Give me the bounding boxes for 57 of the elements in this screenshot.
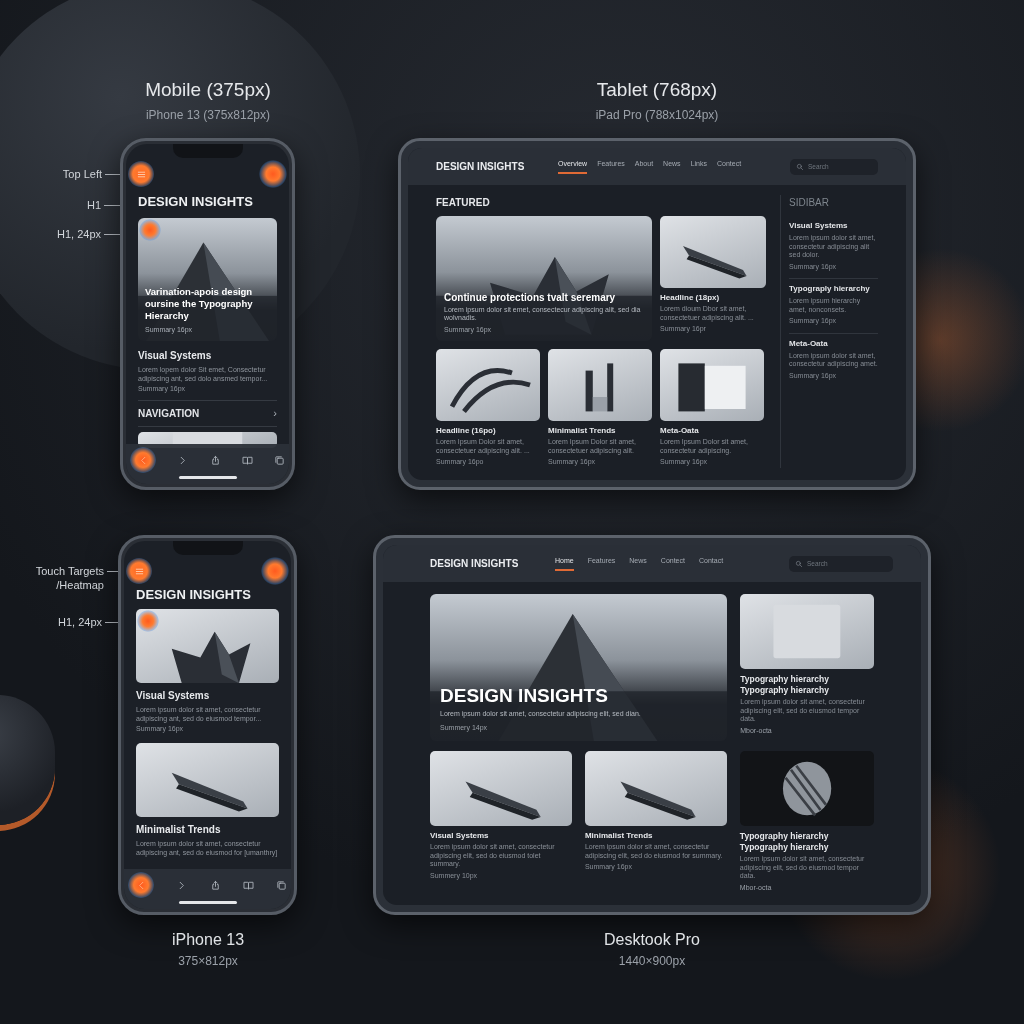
device-title: Mobile (375px) bbox=[144, 78, 272, 102]
sidebar-title: SIDIBAR bbox=[789, 196, 830, 210]
annotation-label: H1, 24px bbox=[56, 615, 102, 629]
annotation-label: H1, 24px bbox=[55, 227, 101, 241]
article-title: Visual Systems bbox=[138, 349, 213, 363]
card-title: Typography hierarchy bbox=[740, 685, 830, 696]
notch bbox=[172, 541, 243, 555]
sidebar-item-title: Meta-Oata bbox=[789, 337, 829, 350]
home-indicator bbox=[178, 901, 237, 904]
card-title: Headline (18px) bbox=[660, 293, 721, 303]
card-title: Minimalist Trends bbox=[584, 831, 654, 841]
card-title: Typography hierarchy bbox=[739, 831, 830, 842]
article-title: Minimalist Trends bbox=[136, 822, 222, 837]
card-title: Visual Systems bbox=[430, 831, 490, 841]
search-icon bbox=[796, 162, 804, 171]
tabs-icon bbox=[276, 879, 287, 891]
hero-title: Continue protections tvalt seremary bbox=[444, 291, 617, 304]
device-size: 375×812px bbox=[177, 953, 239, 970]
home-indicator bbox=[178, 476, 237, 479]
hero-title: DESIGN INSIGHTS bbox=[440, 685, 609, 707]
card-title: Headline (16po) bbox=[436, 426, 497, 436]
notch bbox=[172, 144, 243, 158]
menu-button[interactable] bbox=[126, 558, 152, 584]
article-title: Visual Systems bbox=[136, 689, 211, 703]
navigation-row[interactable]: NAVIGATION › bbox=[138, 399, 277, 427]
search-icon bbox=[795, 559, 803, 568]
heatmap-spot bbox=[137, 610, 159, 632]
section-title: FEATURED bbox=[436, 196, 491, 210]
book-icon bbox=[242, 879, 254, 891]
tabs-icon bbox=[274, 454, 285, 466]
share-icon bbox=[209, 454, 221, 466]
card-title: Typography hierarchy bbox=[739, 842, 830, 853]
brand-title: DESIGN INSIGHTS bbox=[430, 557, 520, 571]
device-subtitle: iPhone 13 (375x812px) bbox=[144, 107, 272, 124]
card-title: Meta-Oata bbox=[660, 426, 700, 436]
heatmap-spot bbox=[261, 557, 289, 585]
brand-title: DESIGN INSIGHTS bbox=[436, 160, 526, 174]
brand-title: DESIGN INSIGHTS bbox=[136, 587, 252, 603]
brand-title: DESIGN INSIGHTS bbox=[138, 194, 254, 210]
device-caption: iPhone 13 bbox=[170, 930, 246, 950]
share-icon bbox=[209, 879, 221, 891]
device-size: 1440×900px bbox=[617, 953, 687, 970]
device-caption: Desktook Pro bbox=[602, 930, 701, 950]
hero-title: Varination-apois design oursine the Typography Hierarchy bbox=[145, 285, 254, 322]
menu-button[interactable] bbox=[128, 161, 154, 187]
annotation-label: Top Left bbox=[61, 167, 102, 181]
annotation-label: Touch Targets /Heatmap bbox=[34, 564, 104, 592]
heatmap-spot bbox=[259, 160, 287, 188]
annotation-label: H1 bbox=[85, 198, 101, 212]
book-icon bbox=[241, 454, 253, 466]
sidebar-item-title: Typograply hierarchy bbox=[789, 283, 871, 295]
heatmap-spot bbox=[139, 219, 161, 241]
card-title: Typography hierarchy bbox=[740, 674, 830, 685]
device-title: Tablet (768px) bbox=[595, 78, 719, 102]
card-title: Minimalist Trends bbox=[548, 426, 617, 436]
sidebar-item-title: Visual Systems bbox=[789, 220, 849, 232]
device-subtitle: iPad Pro (788x1024px) bbox=[594, 107, 720, 124]
